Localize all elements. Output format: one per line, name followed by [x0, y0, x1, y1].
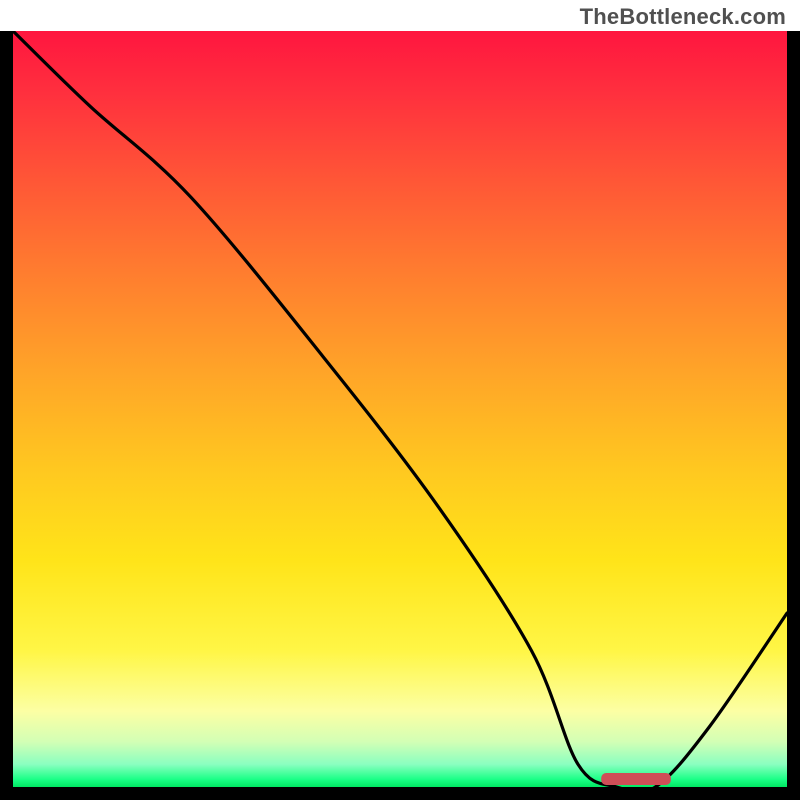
chart-stage: TheBottleneck.com — [0, 0, 800, 800]
chart-overlay — [13, 31, 787, 787]
watermark-text: TheBottleneck.com — [580, 4, 786, 30]
plot-area — [13, 31, 787, 787]
frame-left — [0, 31, 13, 800]
optimal-range-marker — [601, 773, 671, 785]
frame-right — [787, 31, 800, 800]
bottleneck-curve — [13, 31, 787, 787]
frame-bottom — [0, 787, 800, 800]
